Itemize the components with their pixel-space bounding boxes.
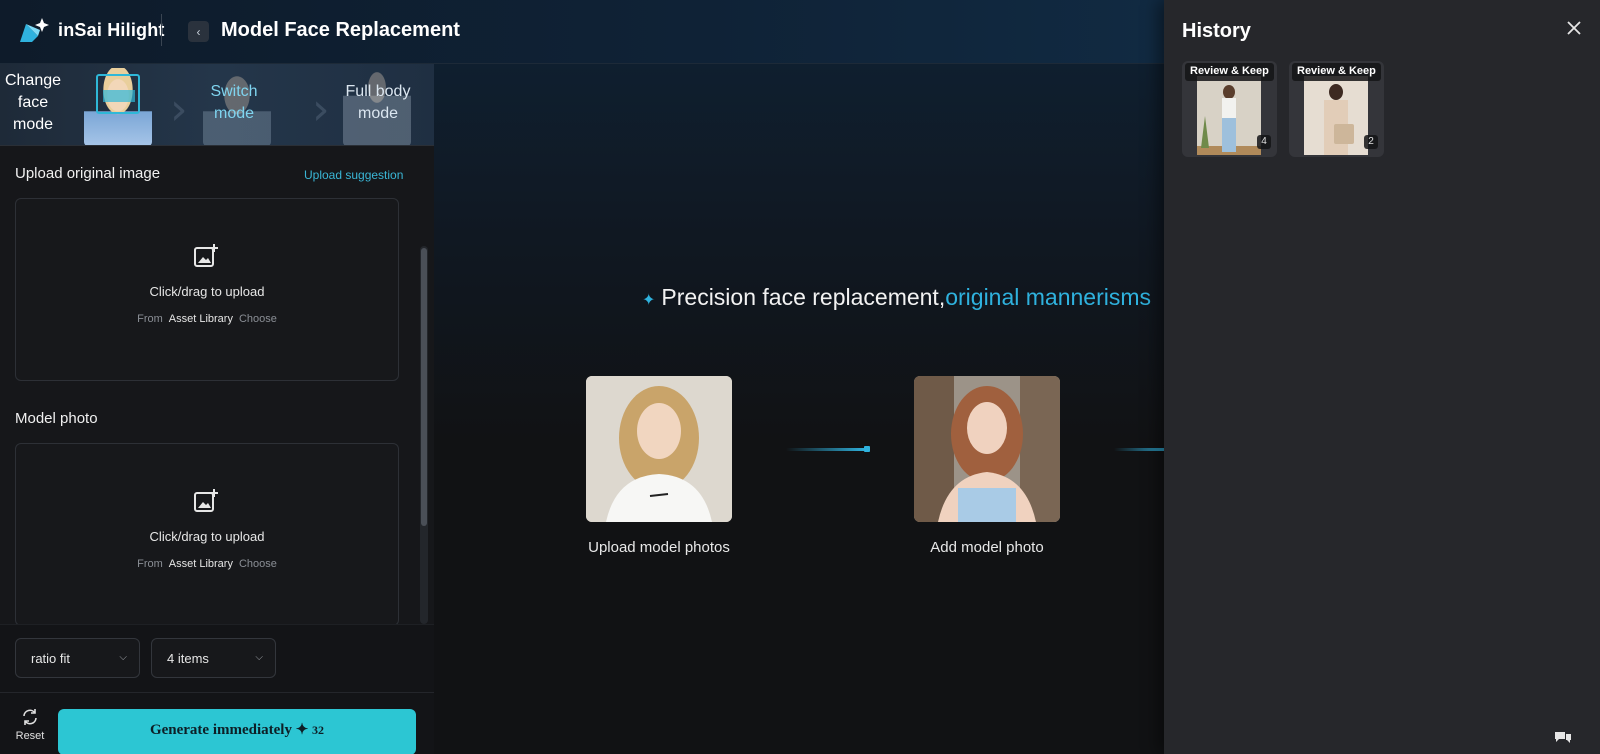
sparkle-icon: ✦ bbox=[295, 722, 313, 738]
generate-cost: 32 bbox=[312, 723, 325, 737]
step-connector-dot bbox=[864, 446, 870, 452]
history-item[interactable]: Review & Keep 4 bbox=[1182, 61, 1277, 157]
app-root: inSai Hilight ‹ Model Face Replacement C… bbox=[0, 0, 1600, 754]
back-button[interactable]: ‹ bbox=[188, 21, 209, 42]
image-add-icon bbox=[194, 489, 218, 512]
model-photo-dropzone[interactable]: Click/drag to upload From Asset Library Ch… bbox=[15, 443, 399, 626]
step-image-upload-model bbox=[586, 376, 732, 522]
dropzone-text: Click/drag to upload bbox=[149, 529, 265, 544]
headline: ✦ Precision face replacement,original man… bbox=[642, 284, 1151, 311]
dropzone-source-line: From Asset Library Choose bbox=[16, 558, 398, 570]
asset-library-link[interactable]: Asset Library bbox=[169, 558, 233, 570]
step-upload-model: Upload model photos bbox=[586, 376, 732, 556]
count-select-value: 4 items bbox=[167, 651, 209, 666]
dropzone-source-line: From Asset Library Choose bbox=[16, 313, 398, 325]
upload-suggestion-link[interactable]: Upload suggestion bbox=[304, 168, 403, 182]
page-title: Model Face Replacement bbox=[221, 19, 460, 41]
sparkle-icon: ✦ bbox=[642, 292, 656, 309]
step-connector bbox=[786, 448, 866, 451]
step-add-model: Add model photo bbox=[914, 376, 1060, 556]
close-icon[interactable] bbox=[1564, 18, 1584, 38]
form-scroll-area: Upload original image Upload suggestion … bbox=[0, 146, 434, 626]
history-tag: Review & Keep bbox=[1292, 63, 1381, 81]
chevron-down-icon: ⌵ bbox=[255, 652, 263, 663]
history-thumbnail bbox=[1304, 76, 1368, 155]
headline-text: Precision face replacement, bbox=[661, 284, 946, 310]
model-photo-label: Model photo bbox=[15, 410, 98, 427]
mode-switch[interactable]: Switch mode bbox=[196, 81, 272, 125]
logo-icon bbox=[20, 18, 49, 42]
reset-button[interactable]: Reset bbox=[14, 708, 46, 742]
count-select[interactable]: 4 items ⌵ bbox=[151, 638, 276, 678]
choose-label: Choose bbox=[238, 558, 277, 570]
mode-full-body[interactable]: Full body mode bbox=[338, 81, 418, 125]
header-divider bbox=[161, 14, 162, 46]
face-mask-indicator bbox=[103, 90, 135, 102]
image-add-icon bbox=[194, 244, 218, 267]
model-portrait-illustration bbox=[914, 376, 1060, 522]
history-title: History bbox=[1182, 20, 1251, 42]
from-label: From bbox=[137, 558, 163, 570]
brand-name: inSai Hilight bbox=[58, 19, 165, 40]
chevron-right-icon: › bbox=[312, 84, 330, 135]
left-panel: Change face mode › Switch mode › Full bo… bbox=[0, 64, 434, 754]
dropzone-text: Click/drag to upload bbox=[149, 284, 265, 299]
history-count-badge: 2 bbox=[1364, 135, 1378, 149]
choose-label: Choose bbox=[238, 313, 277, 325]
history-drawer: History Review & Keep 4 Review & Keep 2 bbox=[1164, 0, 1600, 754]
scrollbar-thumb[interactable] bbox=[421, 248, 427, 526]
chat-icon[interactable] bbox=[1554, 730, 1572, 746]
reset-icon bbox=[23, 709, 37, 725]
asset-library-link[interactable]: Asset Library bbox=[169, 313, 233, 325]
chevron-right-icon: › bbox=[170, 84, 188, 135]
step-label: Add model photo bbox=[930, 539, 1044, 556]
options-bar: ratio fit ⌵ 4 items ⌵ bbox=[0, 624, 434, 692]
action-footer: Reset Generate immediately ✦ 32 bbox=[0, 692, 434, 754]
ratio-select[interactable]: ratio fit ⌵ bbox=[15, 638, 140, 678]
back-chevron-icon: ‹ bbox=[196, 24, 201, 39]
original-image-dropzone[interactable]: Click/drag to upload From Asset Library Ch… bbox=[15, 198, 399, 381]
upload-original-label: Upload original image bbox=[15, 165, 161, 182]
history-item[interactable]: Review & Keep 2 bbox=[1289, 61, 1384, 157]
step-label: Upload model photos bbox=[588, 539, 730, 556]
generate-label: Generate immediately bbox=[149, 722, 292, 738]
top-bar: inSai Hilight ‹ Model Face Replacement bbox=[0, 0, 1164, 64]
history-tag: Review & Keep bbox=[1185, 63, 1274, 81]
history-thumbnail bbox=[1197, 76, 1261, 155]
logo[interactable]: inSai Hilight bbox=[18, 16, 165, 44]
generate-button[interactable]: Generate immediately ✦ 32 bbox=[58, 709, 416, 754]
reset-label: Reset bbox=[15, 730, 45, 742]
history-count-badge: 4 bbox=[1257, 135, 1271, 149]
ratio-select-value: ratio fit bbox=[31, 651, 71, 666]
from-label: From bbox=[137, 313, 163, 325]
mode-selector: Change face mode › Switch mode › Full bo… bbox=[0, 64, 434, 146]
main-content: ✦ Precision face replacement,original man… bbox=[434, 64, 1164, 754]
step-connector bbox=[1114, 448, 1164, 451]
model-portrait-illustration bbox=[586, 376, 732, 522]
headline-accent: original mannerisms bbox=[945, 284, 1152, 310]
mode-change-face[interactable]: Change face mode bbox=[0, 70, 66, 136]
step-image-add-model bbox=[914, 376, 1060, 522]
chevron-down-icon: ⌵ bbox=[119, 652, 127, 663]
